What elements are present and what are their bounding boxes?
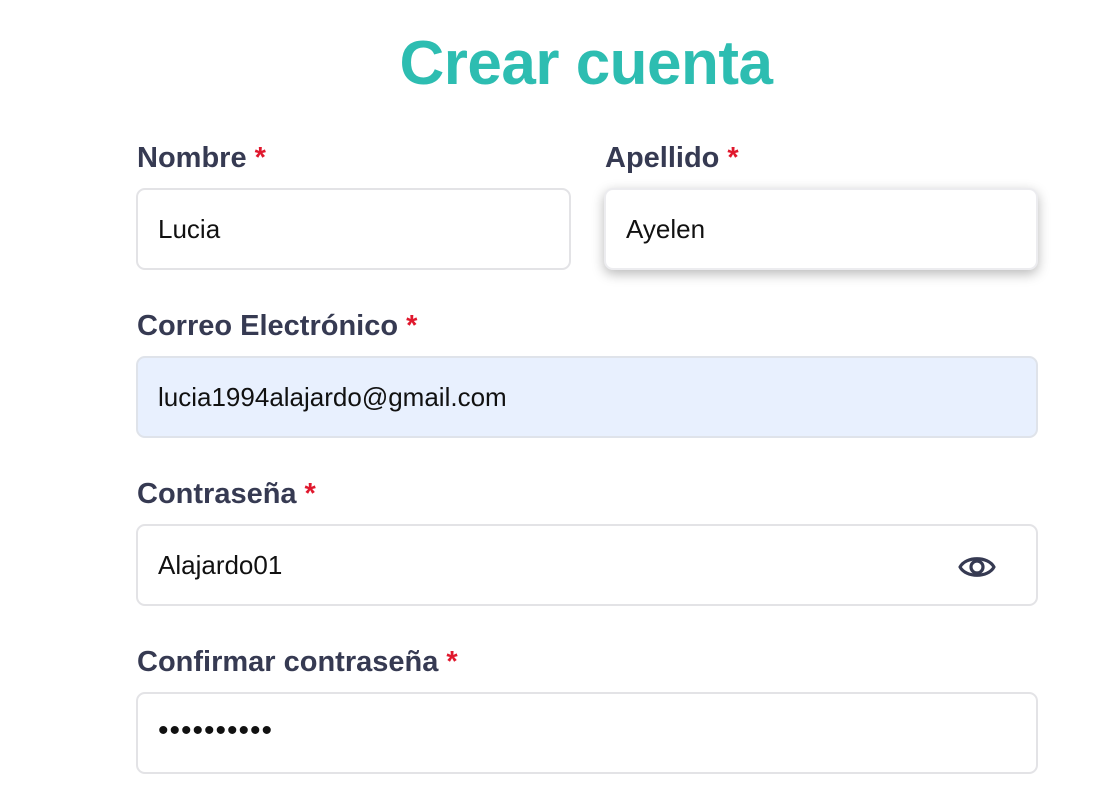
apellido-label-text: Apellido: [605, 142, 720, 174]
page-title: Crear cuenta: [399, 29, 773, 98]
eye-icon[interactable]: [958, 548, 996, 586]
confirm-password-value: ••••••••••: [158, 714, 274, 747]
apellido-input-value: Ayelen: [626, 213, 706, 244]
apellido-label: Apellido *: [605, 142, 739, 175]
email-field-value: lucia1994alajardo@gmail.com: [158, 381, 507, 412]
nombre-label-text: Nombre: [137, 142, 247, 174]
required-mark: *: [446, 646, 458, 678]
required-mark: *: [304, 478, 316, 510]
required-mark: *: [406, 310, 418, 342]
apellido-input[interactable]: Ayelen: [604, 188, 1038, 270]
confirmar-label-text: Confirmar contraseña: [137, 646, 439, 678]
nombre-input[interactable]: Lucia: [136, 188, 571, 270]
password-field[interactable]: Alajardo01: [136, 524, 1038, 606]
contrasena-label: Contraseña *: [137, 478, 316, 511]
required-mark: *: [727, 142, 739, 174]
required-mark: *: [254, 142, 266, 174]
contrasena-label-text: Contraseña: [137, 478, 297, 510]
confirmar-label: Confirmar contraseña *: [137, 646, 458, 679]
correo-label-text: Correo Electrónico: [137, 310, 399, 342]
nombre-input-value: Lucia: [158, 213, 221, 244]
email-field[interactable]: lucia1994alajardo@gmail.com: [136, 356, 1038, 438]
password-field-value: Alajardo01: [158, 549, 283, 580]
confirm-password-field[interactable]: ••••••••••: [136, 692, 1038, 774]
correo-label: Correo Electrónico *: [137, 310, 417, 343]
nombre-label: Nombre *: [137, 142, 266, 175]
